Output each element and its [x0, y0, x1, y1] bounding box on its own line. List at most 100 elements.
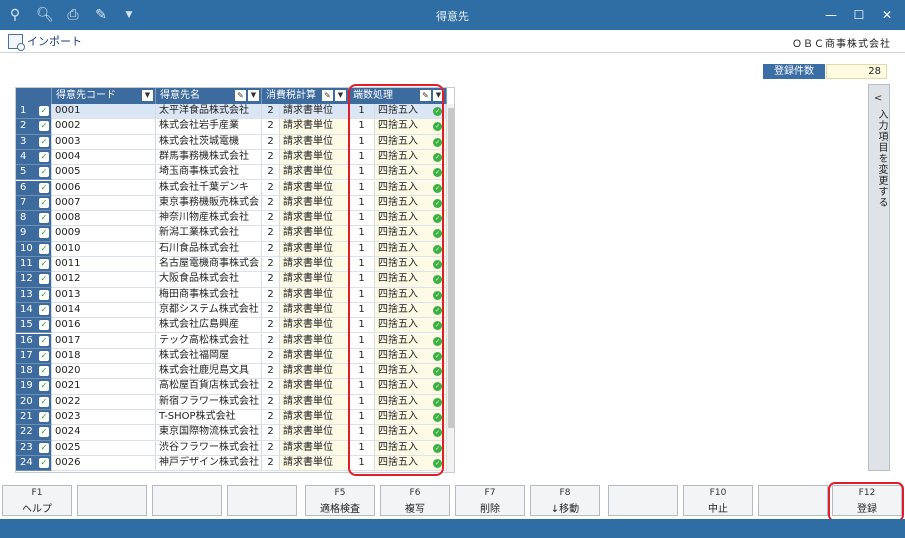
table-row[interactable]: 17 ✓ 0018 株式会社福岡屋 2 請求書単位 1 四捨五入 ✓ [16, 348, 447, 365]
rounding-method-cell[interactable]: 四捨五入 ✓ [375, 410, 447, 426]
rounding-code-cell[interactable]: 1 [349, 134, 375, 150]
tax-code-cell[interactable]: 2 [262, 287, 280, 303]
customer-code-cell[interactable]: 0013 [52, 287, 156, 303]
tax-code-cell[interactable]: 2 [262, 180, 280, 196]
edit-icon[interactable]: ✎ [322, 90, 333, 101]
rounding-code-cell[interactable]: 1 [349, 410, 375, 426]
tax-code-cell[interactable]: 2 [262, 333, 280, 349]
tax-code-cell[interactable]: 2 [262, 226, 280, 242]
fkey-blank[interactable] [608, 485, 678, 516]
row-number[interactable]: 17 ✓ [16, 348, 52, 365]
customer-code-cell[interactable]: 0020 [52, 364, 156, 380]
tax-code-cell[interactable]: 2 [262, 302, 280, 319]
customer-name-cell[interactable]: 株式会社茨城電機 [156, 134, 262, 150]
customer-code-cell[interactable]: 0011 [52, 257, 156, 273]
rounding-method-cell[interactable]: 四捨五入 ✓ [375, 119, 447, 135]
customer-code-cell[interactable]: 0006 [52, 180, 156, 196]
header-customer-name[interactable]: 得意先名 ✎ ▼ [156, 88, 262, 104]
rounding-code-cell[interactable]: 1 [349, 241, 375, 257]
customer-name-cell[interactable]: 石川食品株式会社 [156, 241, 262, 257]
chevron-down-icon[interactable]: ▼ [335, 90, 346, 101]
change-input-items-panel[interactable]: < 入力項目を変更する [868, 84, 890, 471]
rounding-code-cell[interactable]: 1 [349, 379, 375, 395]
tax-method-cell[interactable]: 請求書単位 [280, 226, 349, 242]
rounding-method-cell[interactable]: 四捨五入 ✓ [375, 211, 447, 227]
row-number[interactable]: 24 ✓ [16, 455, 52, 472]
rounding-method-cell[interactable]: 四捨五入 ✓ [375, 455, 447, 472]
customer-code-cell[interactable]: 0004 [52, 149, 156, 166]
scrollbar-thumb[interactable] [448, 108, 454, 428]
table-row[interactable]: 19 ✓ 0021 高松屋百貨店株式会社 2 請求書単位 1 四捨五入 ✓ [16, 379, 447, 395]
row-number[interactable]: 18 ✓ [16, 364, 52, 380]
row-number[interactable]: 4 ✓ [16, 149, 52, 166]
row-number[interactable]: 5 ✓ [16, 165, 52, 181]
rounding-code-cell[interactable]: 1 [349, 104, 375, 120]
fkey-blank[interactable] [152, 485, 222, 516]
tax-code-cell[interactable]: 2 [262, 149, 280, 166]
rounding-code-cell[interactable]: 1 [349, 211, 375, 227]
customer-name-cell[interactable]: テック高松株式会社 [156, 333, 262, 349]
row-number[interactable]: 19 ✓ [16, 379, 52, 395]
row-number[interactable]: 12 ✓ [16, 272, 52, 288]
tax-code-cell[interactable]: 2 [262, 211, 280, 227]
rounding-method-cell[interactable]: 四捨五入 ✓ [375, 440, 447, 456]
rounding-code-cell[interactable]: 1 [349, 287, 375, 303]
tax-code-cell[interactable]: 2 [262, 455, 280, 472]
rounding-method-cell[interactable]: 四捨五入 ✓ [375, 241, 447, 257]
customer-code-cell[interactable]: 0023 [52, 410, 156, 426]
rounding-code-cell[interactable]: 1 [349, 272, 375, 288]
customer-name-cell[interactable]: 神戸デザイン株式会社 [156, 455, 262, 472]
fkey-f10[interactable]: F10 中止 [683, 485, 753, 516]
tax-method-cell[interactable]: 請求書単位 [280, 134, 349, 150]
table-row[interactable]: 1 ✓ 0001 太平洋食品株式会社 2 請求書単位 1 四捨五入 ✓ [16, 104, 447, 120]
customer-code-cell[interactable]: 0002 [52, 119, 156, 135]
table-row[interactable]: 5 ✓ 0005 埼玉商事株式会社 2 請求書単位 1 四捨五入 ✓ [16, 165, 447, 181]
rounding-code-cell[interactable]: 1 [349, 302, 375, 319]
table-row[interactable]: 13 ✓ 0013 梅田商事株式会社 2 請求書単位 1 四捨五入 ✓ [16, 287, 447, 303]
customer-name-cell[interactable]: 東京事務機販売株式会 [156, 195, 262, 212]
tax-code-cell[interactable]: 2 [262, 410, 280, 426]
row-number[interactable]: 2 ✓ [16, 119, 52, 135]
rounding-code-cell[interactable]: 1 [349, 195, 375, 212]
customer-name-cell[interactable]: 新宿フラワー株式会社 [156, 394, 262, 410]
table-row[interactable]: 9 ✓ 0009 新潟工業株式会社 2 請求書単位 1 四捨五入 ✓ [16, 226, 447, 242]
row-number[interactable]: 13 ✓ [16, 287, 52, 303]
table-row[interactable]: 2 ✓ 0002 株式会社岩手産業 2 請求書単位 1 四捨五入 ✓ [16, 119, 447, 135]
customer-code-cell[interactable]: 0012 [52, 272, 156, 288]
customer-code-cell[interactable]: 0003 [52, 134, 156, 150]
tax-method-cell[interactable]: 請求書単位 [280, 302, 349, 319]
minimize-button[interactable]: — [820, 5, 842, 25]
row-number[interactable]: 9 ✓ [16, 226, 52, 242]
row-number[interactable]: 16 ✓ [16, 333, 52, 349]
vertical-scrollbar[interactable] [447, 104, 454, 472]
edit-icon[interactable]: ✎ [420, 90, 431, 101]
row-number[interactable]: 20 ✓ [16, 394, 52, 410]
fkey-blank[interactable] [758, 485, 828, 516]
rounding-code-cell[interactable]: 1 [349, 119, 375, 135]
customer-code-cell[interactable]: 0001 [52, 104, 156, 120]
fkey-f1[interactable]: F1 ヘルプ [2, 485, 72, 516]
customer-code-cell[interactable]: 0016 [52, 318, 156, 334]
tax-method-cell[interactable]: 請求書単位 [280, 165, 349, 181]
tax-code-cell[interactable]: 2 [262, 394, 280, 410]
tax-method-cell[interactable]: 請求書単位 [280, 287, 349, 303]
customer-code-cell[interactable]: 0021 [52, 379, 156, 395]
header-customer-code[interactable]: 得意先コード ▼ [52, 88, 156, 104]
table-row[interactable]: 24 ✓ 0026 神戸デザイン株式会社 2 請求書単位 1 四捨五入 ✓ [16, 455, 447, 472]
customer-name-cell[interactable]: 太平洋食品株式会社 [156, 104, 262, 120]
rounding-code-cell[interactable]: 1 [349, 333, 375, 349]
rounding-code-cell[interactable]: 1 [349, 440, 375, 456]
table-row[interactable]: 20 ✓ 0022 新宿フラワー株式会社 2 請求書単位 1 四捨五入 ✓ [16, 394, 447, 410]
table-row[interactable]: 10 ✓ 0010 石川食品株式会社 2 請求書単位 1 四捨五入 ✓ [16, 241, 447, 257]
rounding-method-cell[interactable]: 四捨五入 ✓ [375, 425, 447, 441]
rounding-method-cell[interactable]: 四捨五入 ✓ [375, 394, 447, 410]
rounding-method-cell[interactable]: 四捨五入 ✓ [375, 195, 447, 212]
table-row[interactable]: 7 ✓ 0007 東京事務機販売株式会 2 請求書単位 1 四捨五入 ✓ [16, 195, 447, 212]
tax-code-cell[interactable]: 2 [262, 272, 280, 288]
rounding-method-cell[interactable]: 四捨五入 ✓ [375, 333, 447, 349]
rounding-method-cell[interactable]: 四捨五入 ✓ [375, 226, 447, 242]
tax-method-cell[interactable]: 請求書単位 [280, 364, 349, 380]
tax-code-cell[interactable]: 2 [262, 119, 280, 135]
row-number[interactable]: 23 ✓ [16, 440, 52, 456]
row-number[interactable]: 22 ✓ [16, 425, 52, 441]
